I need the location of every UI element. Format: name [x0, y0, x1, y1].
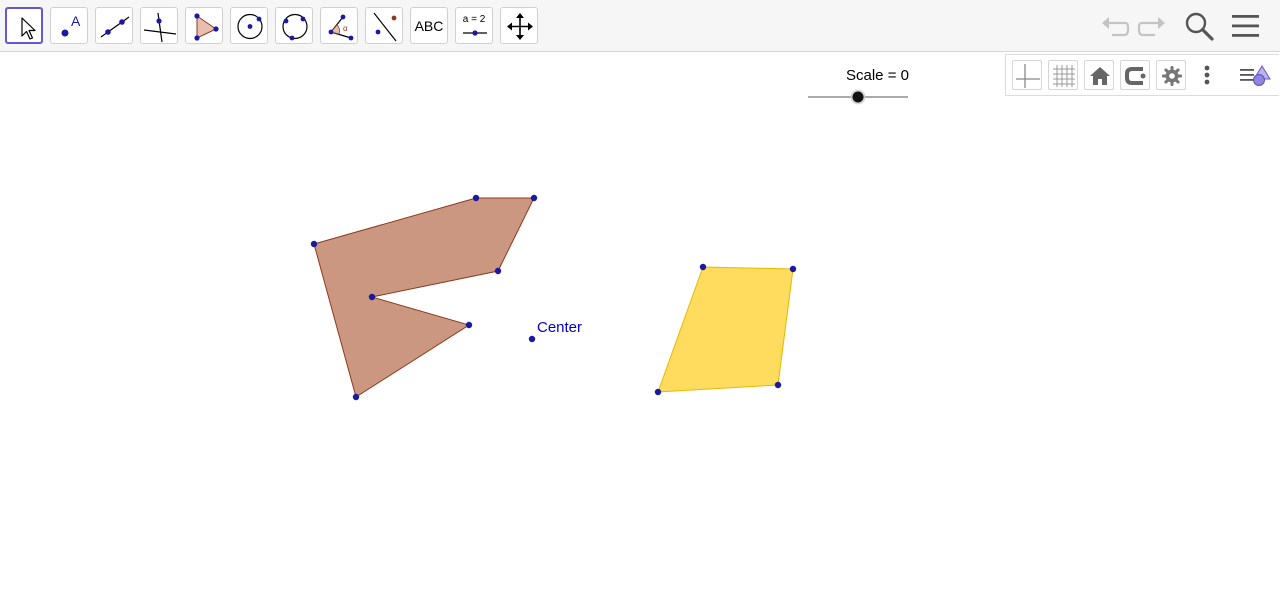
search-button[interactable] — [1182, 10, 1216, 42]
vertex-point[interactable] — [494, 267, 502, 275]
vertex-point[interactable] — [465, 321, 473, 329]
vertex-point[interactable] — [472, 194, 480, 202]
undo-icon — [1102, 17, 1130, 37]
reflect-line-icon — [373, 12, 397, 42]
redo-icon — [1137, 17, 1165, 37]
polygon-tool[interactable] — [185, 7, 223, 44]
menu-icon — [1232, 15, 1259, 37]
circle-center-point-tool[interactable] — [230, 7, 268, 44]
vertex-point[interactable] — [654, 388, 662, 396]
vertex-point[interactable] — [789, 265, 797, 273]
cursor-arrow-icon — [21, 17, 36, 40]
center-point[interactable] — [528, 335, 536, 343]
polygon-brown[interactable] — [313, 197, 535, 398]
vertex-point[interactable] — [310, 240, 318, 248]
graphics-settings-button[interactable] — [1156, 60, 1186, 90]
move-graphics-view-tool[interactable] — [500, 7, 538, 44]
axes-toggle-icon — [1016, 64, 1040, 88]
circle-three-points-icon — [282, 13, 308, 41]
toggle-axes-button[interactable] — [1012, 60, 1042, 90]
circle-three-points-tool[interactable] — [275, 7, 313, 44]
view-menu-button[interactable] — [1238, 60, 1274, 90]
move-arrows-icon — [507, 13, 533, 40]
toolbar: A α ABC a = 2 — [0, 0, 1280, 52]
polygon-yellow[interactable] — [657, 266, 794, 393]
undo-button[interactable] — [1098, 10, 1132, 42]
graphics-style-bar — [1005, 54, 1279, 96]
move-tool[interactable] — [5, 7, 43, 44]
home-icon — [1090, 67, 1110, 85]
slider-tool[interactable]: a = 2 — [455, 7, 493, 44]
angle-icon-glyph: α — [343, 24, 348, 33]
vertex-point[interactable] — [352, 393, 360, 401]
slider-icon — [463, 30, 487, 36]
redo-button[interactable] — [1135, 10, 1169, 42]
line-icon — [100, 16, 130, 38]
settings-gear-icon — [1162, 66, 1182, 86]
search-icon — [1185, 12, 1214, 41]
text-tool-label: ABC — [414, 17, 444, 34]
point-capturing-button[interactable] — [1120, 60, 1150, 90]
perpendicular-line-tool[interactable] — [140, 7, 178, 44]
more-vertical-icon — [1204, 65, 1210, 85]
line-tool[interactable] — [95, 7, 133, 44]
center-point-label: Center — [537, 319, 583, 336]
point-icon-letter: A — [71, 13, 81, 29]
vertex-point[interactable] — [530, 194, 538, 202]
slider-knob[interactable] — [852, 91, 864, 103]
graphics-view[interactable] — [0, 53, 1280, 590]
triangle-polygon-icon — [194, 13, 219, 41]
vertex-point[interactable] — [774, 381, 782, 389]
reflect-about-line-tool[interactable] — [365, 7, 403, 44]
point-icon: A — [61, 13, 81, 37]
circle-center-icon — [237, 13, 263, 40]
perpendicular-line-icon — [143, 12, 177, 43]
vertex-point[interactable] — [699, 263, 707, 271]
angle-icon: α — [328, 14, 354, 41]
standard-view-button[interactable] — [1084, 60, 1114, 90]
slider-label: Scale = 0 — [846, 67, 909, 84]
point-tool[interactable]: A — [50, 7, 88, 44]
angle-tool[interactable]: α — [320, 7, 358, 44]
view-menu-icon — [1240, 65, 1271, 86]
vertex-point[interactable] — [368, 293, 376, 301]
text-tool[interactable]: ABC — [410, 7, 448, 44]
main-menu-button[interactable] — [1229, 10, 1263, 42]
toggle-grid-button[interactable] — [1048, 60, 1078, 90]
more-options-button[interactable] — [1192, 60, 1222, 90]
point-capturing-icon — [1125, 67, 1146, 85]
grid-toggle-icon — [1053, 65, 1075, 87]
